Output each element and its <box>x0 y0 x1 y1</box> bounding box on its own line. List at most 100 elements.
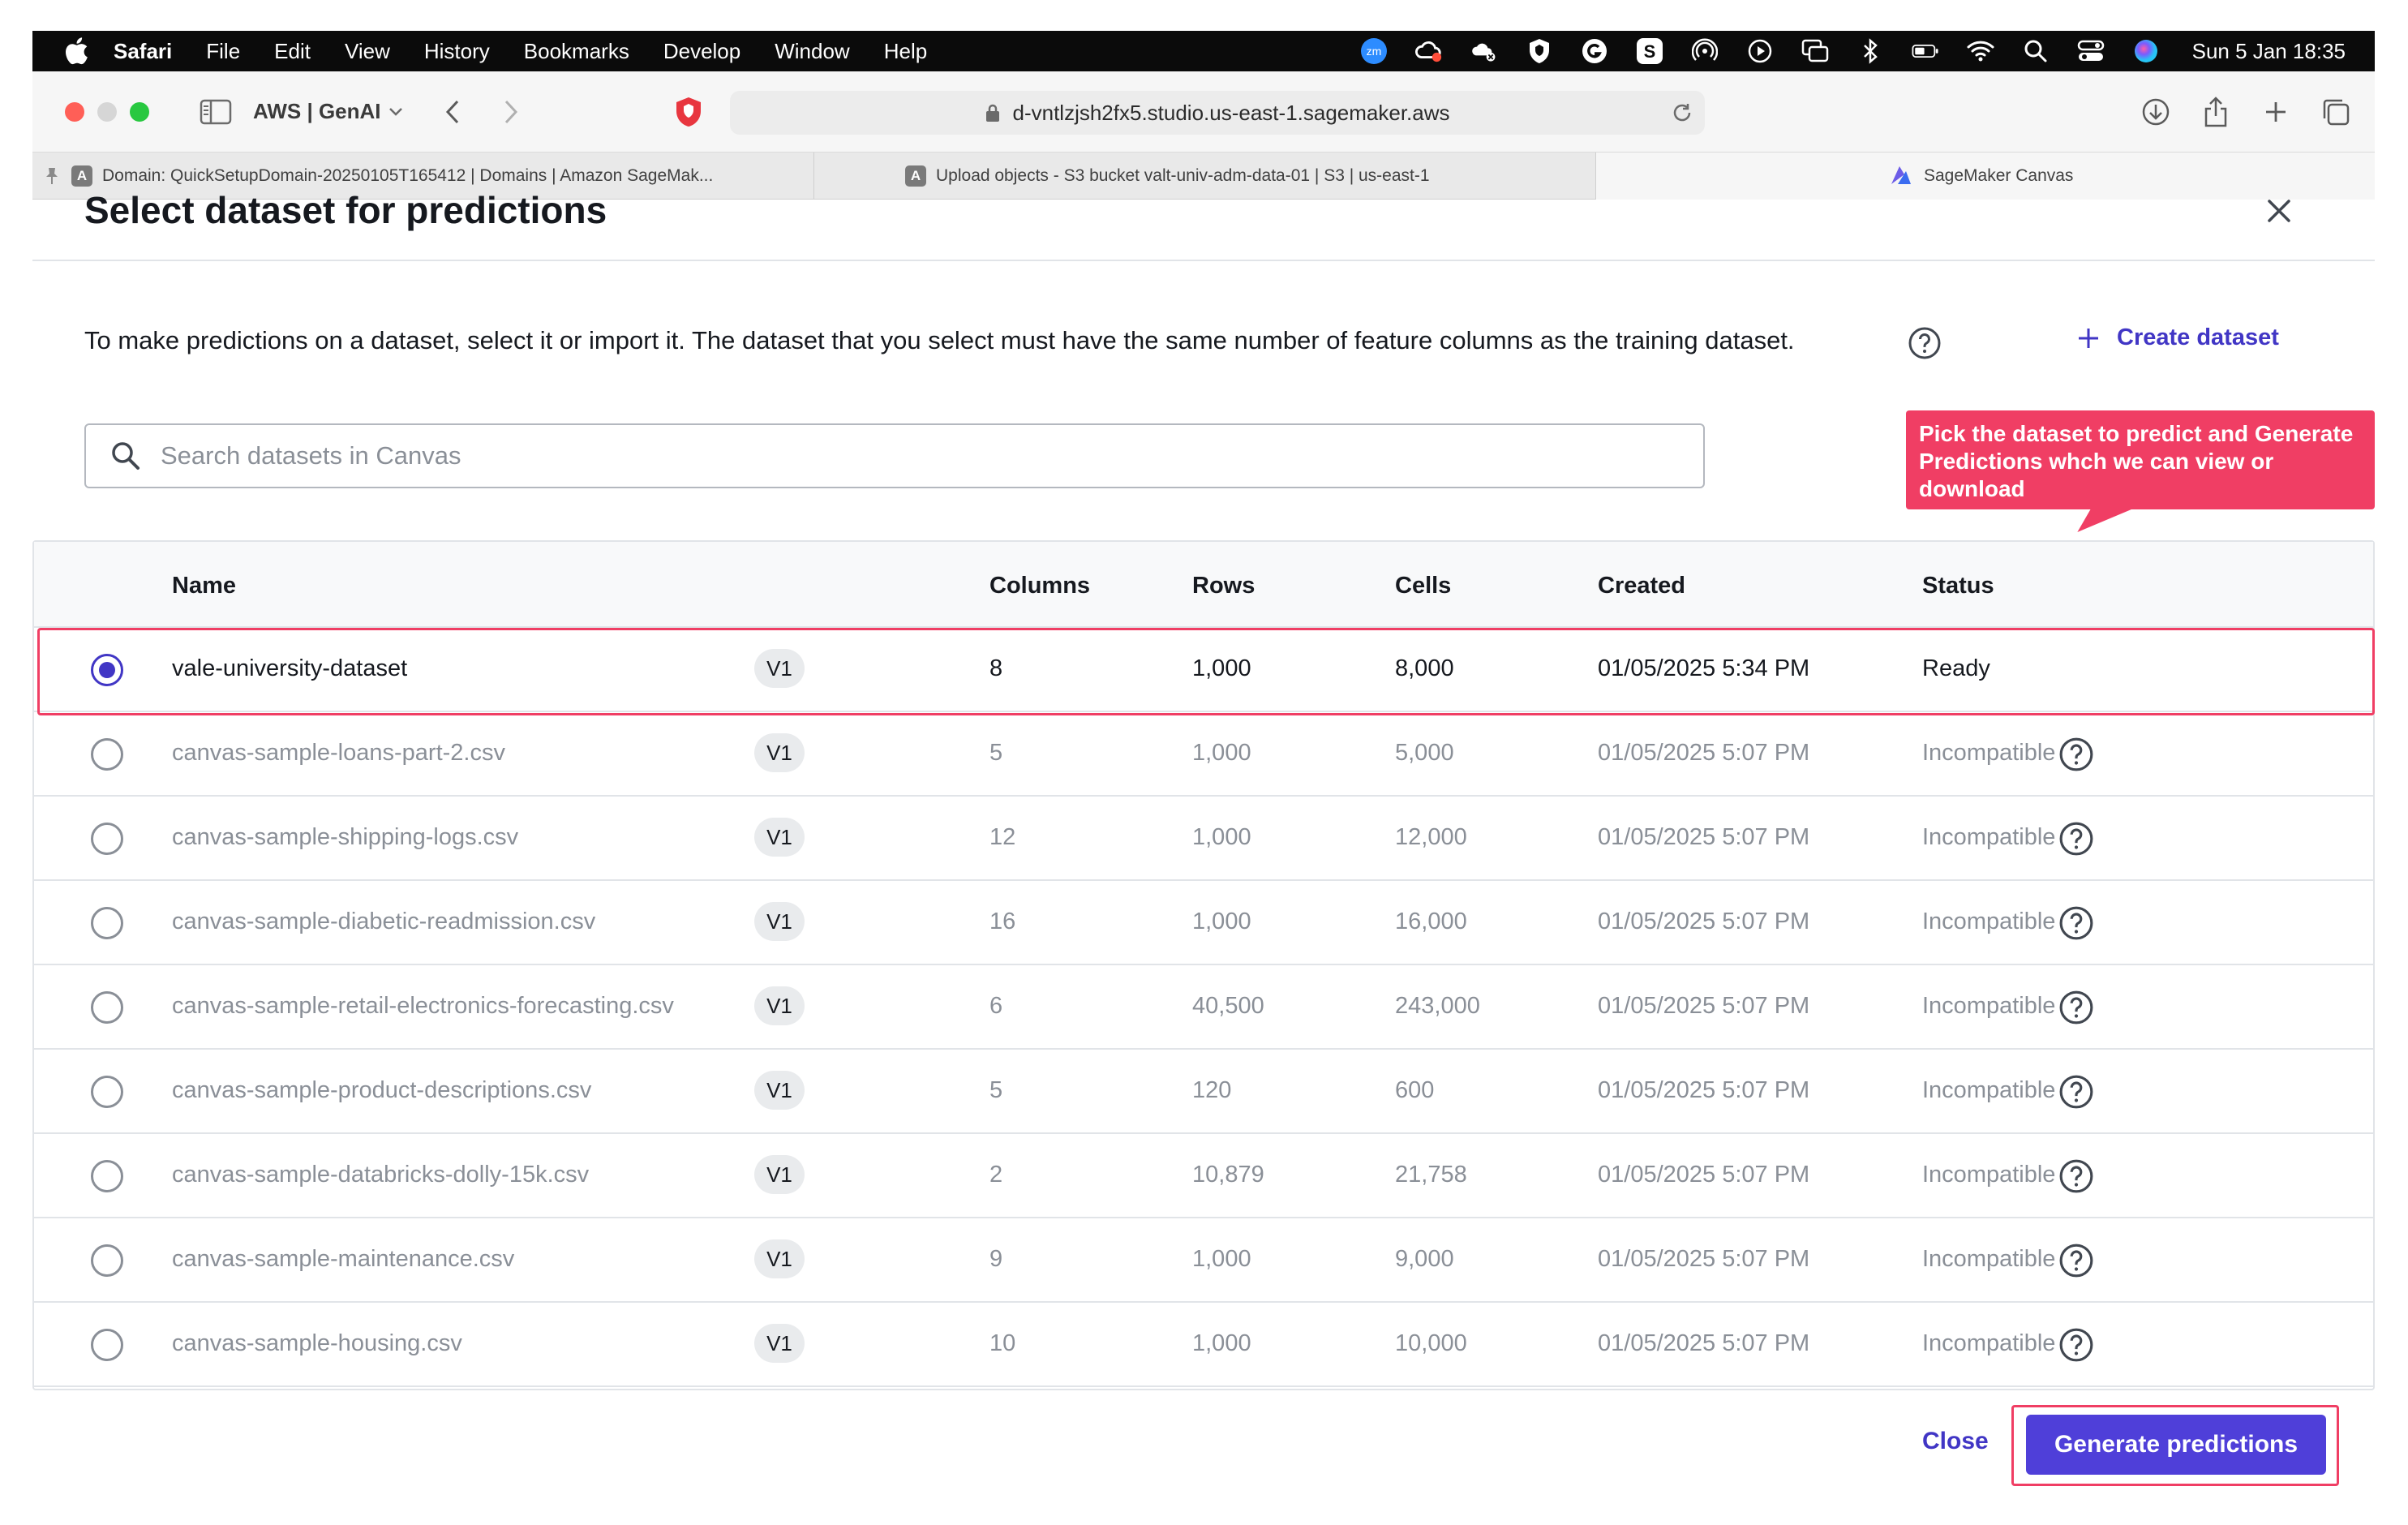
columns-value: 16 <box>989 909 1016 934</box>
tab-s3-upload[interactable]: A Upload objects - S3 bucket valt-univ-a… <box>814 152 1596 200</box>
minimize-window-button[interactable] <box>97 101 117 122</box>
shield-icon[interactable] <box>1526 37 1553 65</box>
radio-button[interactable] <box>91 1329 123 1361</box>
menu-app-safari[interactable]: Safari <box>114 39 172 64</box>
search-box[interactable] <box>84 423 1705 488</box>
question-circle-icon[interactable] <box>2058 821 2094 857</box>
generate-predictions-button[interactable]: Generate predictions <box>2026 1415 2326 1475</box>
menu-develop[interactable]: Develop <box>663 39 740 64</box>
radio-button[interactable] <box>91 823 123 855</box>
radio-button[interactable] <box>91 907 123 939</box>
header-created[interactable]: Created <box>1598 573 1685 599</box>
control-center-icon[interactable] <box>2077 37 2105 65</box>
cells-value: 243,000 <box>1395 993 1480 1019</box>
header-divider <box>32 260 2375 261</box>
question-circle-icon[interactable] <box>2058 1327 2094 1363</box>
privacy-shield-icon[interactable] <box>673 96 704 128</box>
menu-history[interactable]: History <box>424 39 490 64</box>
version-badge: V1 <box>754 1071 805 1110</box>
cells-value: 600 <box>1395 1077 1435 1103</box>
apple-icon[interactable] <box>60 35 92 67</box>
chevron-down-icon[interactable] <box>388 103 406 121</box>
table-row[interactable]: canvas-sample-diabetic-readmission.csv V… <box>34 881 2373 965</box>
datasets-table: Name Columns Rows Cells Created Status v… <box>32 540 2375 1390</box>
siri-icon[interactable] <box>2132 37 2160 65</box>
header-name[interactable]: Name <box>172 573 236 599</box>
menu-help[interactable]: Help <box>884 39 927 64</box>
tab-label: SageMaker Canvas <box>1924 166 2074 185</box>
wifi-icon[interactable] <box>1967 37 1994 65</box>
columns-value: 6 <box>989 993 1003 1019</box>
radio-button[interactable] <box>91 654 123 686</box>
tab-sagemaker-canvas[interactable]: SageMaker Canvas <box>1596 152 2375 200</box>
grammarly-icon[interactable] <box>1581 37 1608 65</box>
profile-name[interactable]: AWS | GenAI <box>253 99 381 124</box>
cells-value: 10,000 <box>1395 1330 1467 1356</box>
menu-bookmarks[interactable]: Bookmarks <box>524 39 629 64</box>
table-row[interactable]: canvas-sample-maintenance.csv V1 9 1,000… <box>34 1218 2373 1303</box>
cloud-sync-icon[interactable] <box>1470 37 1498 65</box>
header-columns[interactable]: Columns <box>989 573 1090 599</box>
table-row[interactable]: canvas-sample-product-descriptions.csv V… <box>34 1050 2373 1134</box>
version-badge: V1 <box>754 1239 805 1278</box>
search-icon <box>110 440 141 471</box>
table-row[interactable]: canvas-sample-loans-part-2.csv V1 5 1,00… <box>34 712 2373 797</box>
header-rows[interactable]: Rows <box>1192 573 1255 599</box>
question-circle-icon[interactable] <box>2058 1158 2094 1194</box>
search-input[interactable] <box>161 441 1620 470</box>
creative-cloud-icon[interactable] <box>1414 37 1443 65</box>
question-circle-icon[interactable] <box>2058 1243 2094 1278</box>
menu-edit[interactable]: Edit <box>274 39 311 64</box>
close-button[interactable]: Close <box>1922 1428 1989 1455</box>
s-app-icon[interactable]: S <box>1636 37 1663 65</box>
menu-bar-clock[interactable]: Sun 5 Jan 18:35 <box>2192 39 2346 64</box>
new-tab-icon[interactable] <box>2260 96 2292 128</box>
forward-arrow-icon[interactable] <box>496 97 526 127</box>
spotlight-icon[interactable] <box>2022 37 2050 65</box>
close-icon[interactable] <box>2263 195 2295 227</box>
radio-button[interactable] <box>91 1076 123 1108</box>
table-row[interactable]: vale-university-dataset V1 8 1,000 8,000… <box>34 628 2373 712</box>
menu-file[interactable]: File <box>206 39 240 64</box>
screen-mirror-icon[interactable] <box>1801 37 1829 65</box>
columns-value: 5 <box>989 1077 1003 1103</box>
maximize-window-button[interactable] <box>130 101 149 122</box>
close-window-button[interactable] <box>65 101 84 122</box>
radio-button[interactable] <box>91 1244 123 1277</box>
create-dataset-button[interactable]: Create dataset <box>2076 324 2279 351</box>
table-row[interactable]: canvas-sample-retail-electronics-forecas… <box>34 965 2373 1050</box>
radio-button[interactable] <box>91 991 123 1024</box>
share-icon[interactable] <box>2200 96 2232 128</box>
back-arrow-icon[interactable] <box>438 97 467 127</box>
rows-value: 40,500 <box>1192 993 1264 1019</box>
bluetooth-icon[interactable] <box>1856 37 1884 65</box>
battery-icon[interactable] <box>1912 37 1939 65</box>
menu-window[interactable]: Window <box>775 39 849 64</box>
url-text[interactable]: d-vntlzjsh2fx5.studio.us-east-1.sagemake… <box>1012 101 1449 126</box>
svg-text:S: S <box>1643 41 1655 62</box>
reload-icon[interactable] <box>1671 101 1693 124</box>
table-row[interactable]: canvas-sample-databricks-dolly-15k.csv V… <box>34 1134 2373 1218</box>
header-cells[interactable]: Cells <box>1395 573 1451 599</box>
question-circle-icon[interactable] <box>2058 737 2094 772</box>
question-circle-icon[interactable] <box>2058 990 2094 1025</box>
tab-overview-icon[interactable] <box>2320 96 2352 128</box>
question-circle-icon[interactable] <box>2058 1074 2094 1110</box>
question-circle-icon[interactable] <box>2058 905 2094 941</box>
table-row[interactable]: canvas-sample-housing.csv V1 10 1,000 10… <box>34 1303 2373 1387</box>
columns-value: 9 <box>989 1246 1003 1272</box>
header-status[interactable]: Status <box>1922 573 1994 599</box>
radio-button[interactable] <box>91 738 123 771</box>
play-icon[interactable] <box>1746 37 1774 65</box>
radio-button[interactable] <box>91 1160 123 1192</box>
address-bar[interactable]: d-vntlzjsh2fx5.studio.us-east-1.sagemake… <box>730 91 1705 135</box>
downloads-icon[interactable] <box>2140 96 2172 128</box>
sidebar-toggle-icon[interactable] <box>198 97 234 127</box>
zoom-icon[interactable]: zm <box>1360 37 1388 65</box>
created-value: 01/05/2025 5:07 PM <box>1598 1246 1810 1272</box>
menu-view[interactable]: View <box>345 39 390 64</box>
table-row[interactable]: canvas-sample-shipping-logs.csv V1 12 1,… <box>34 797 2373 881</box>
version-badge: V1 <box>754 1324 805 1363</box>
question-circle-icon[interactable] <box>1908 326 1942 360</box>
airdrop-icon[interactable] <box>1691 37 1719 65</box>
